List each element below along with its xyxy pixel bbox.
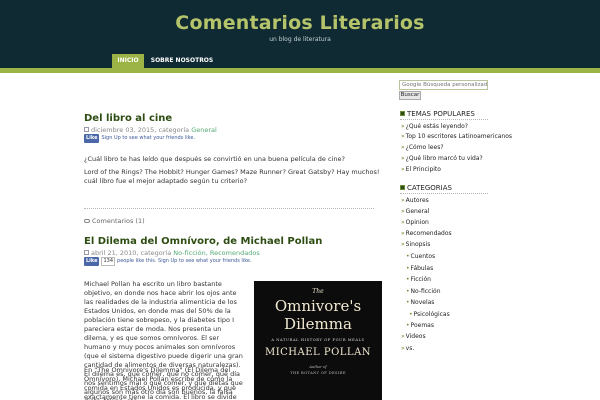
- comment-icon: [84, 219, 90, 223]
- main-nav: INICIO SOBRE NOSOTROS: [0, 54, 600, 68]
- post-paragraph: En "The Omnivore's Dilemma" (El Dilema d…: [84, 366, 237, 400]
- category-item[interactable]: »Videos: [401, 333, 426, 340]
- post-category-link[interactable]: General: [191, 126, 217, 134]
- book-cover-subtitle: A NATURAL HISTORY OF FOUR MEALS: [271, 338, 365, 342]
- facebook-like-count: 134: [101, 257, 116, 266]
- site-description: un blog de literatura: [269, 36, 331, 43]
- search-button[interactable]: Buscar: [399, 91, 421, 100]
- post-title[interactable]: Del libro al cine: [84, 113, 172, 124]
- categories-heading-label: CATEGORIAS: [407, 184, 452, 192]
- post-meta: diciembre 03, 2015, categoría General: [84, 126, 217, 134]
- post-category-prefix: categoría: [140, 249, 172, 257]
- popular-item[interactable]: »¿Cómo lees?: [401, 144, 444, 151]
- book-cover-title-line2: Dilemma: [284, 315, 352, 333]
- category-item[interactable]: •No-ficción: [406, 288, 441, 295]
- category-item[interactable]: »Sinopsis: [401, 241, 430, 248]
- facebook-like-widget: Like 134 people like this. Sign Up to see …: [84, 257, 252, 266]
- popular-heading-label: TEMAS POPULARES: [407, 110, 475, 118]
- book-cover-image: The Omnivore's Dilemma A NATURAL HISTORY…: [254, 281, 382, 400]
- category-item[interactable]: »General: [401, 208, 429, 215]
- post-date: abril 21, 2010: [91, 249, 137, 257]
- sidebar-divider: [400, 193, 488, 194]
- popular-item[interactable]: »El Principito: [401, 166, 441, 173]
- search-input[interactable]: [399, 80, 488, 90]
- book-cover-author: MICHAEL POLLAN: [264, 347, 372, 358]
- calendar-icon: [84, 127, 89, 132]
- popular-item[interactable]: »¿Qué estás leyendo?: [401, 123, 468, 130]
- site-header: Comentarios Literarios un blog de litera…: [0, 0, 600, 54]
- nav-accent-bar: [0, 68, 600, 73]
- nav-item-sobre-nosotros[interactable]: SOBRE NOSOTROS: [150, 54, 214, 68]
- section-icon: [400, 185, 405, 190]
- category-item[interactable]: •Poemas: [406, 322, 434, 329]
- book-cover-title-line1: Omnivore's: [274, 297, 362, 315]
- category-item[interactable]: •Psicológicas: [409, 311, 450, 318]
- facebook-like-button[interactable]: Like: [84, 134, 100, 143]
- site-title[interactable]: Comentarios Literarios: [0, 12, 600, 34]
- sidebar-divider: [400, 119, 488, 120]
- comments-count[interactable]: Comentarios (1): [92, 217, 145, 225]
- category-item[interactable]: »Opinion: [401, 219, 429, 226]
- post-category-prefix: categoría: [158, 126, 190, 134]
- comments-link[interactable]: Comentarios (1): [84, 217, 145, 225]
- facebook-like-text[interactable]: people like this. Sign Up to see what yo…: [117, 258, 252, 264]
- section-icon: [400, 111, 405, 116]
- popular-item[interactable]: »¿Qué libro marcó tu vida?: [401, 155, 483, 162]
- post-meta: abril 21, 2010, categoría No-ficción, Re…: [84, 249, 260, 257]
- book-cover-note: Author of: [309, 365, 327, 369]
- book-cover-note: THE BOTANY OF DESIRE: [290, 371, 346, 375]
- category-item[interactable]: »Autores: [401, 197, 429, 204]
- post-paragraph: ¿Cuál libro te has leído que después se …: [84, 155, 345, 163]
- calendar-icon: [84, 250, 89, 255]
- post-category-link[interactable]: No-ficción, Recomendados: [173, 249, 259, 257]
- category-item[interactable]: •Novelas: [406, 299, 434, 306]
- popular-item[interactable]: »Top 10 escritores Latinoamericanos: [401, 133, 512, 140]
- category-item[interactable]: »vs.: [401, 345, 414, 352]
- post-paragraph: Lord of the Rings? The Hobbit? Hunger Ga…: [84, 168, 380, 185]
- popular-heading: TEMAS POPULARES: [400, 110, 475, 118]
- categories-heading: CATEGORIAS: [400, 184, 452, 192]
- facebook-like-widget: Like Sign Up to see what your friends lik…: [84, 134, 195, 143]
- category-item[interactable]: •Fábulas: [406, 265, 433, 272]
- post-divider: [84, 208, 374, 209]
- book-cover-the: The: [312, 288, 324, 295]
- category-item[interactable]: »Recomendados: [401, 230, 452, 237]
- nav-item-inicio[interactable]: INICIO: [112, 54, 144, 68]
- post-date: diciembre 03, 2015: [91, 126, 155, 134]
- post-title[interactable]: El Dilema del Omnívoro, de Michael Polla…: [84, 236, 322, 247]
- category-item[interactable]: •Ficción: [406, 276, 431, 283]
- facebook-like-text[interactable]: Sign Up to see what your friends like.: [101, 135, 195, 141]
- category-item[interactable]: •Cuentos: [406, 253, 435, 260]
- facebook-like-button[interactable]: Like: [84, 257, 100, 266]
